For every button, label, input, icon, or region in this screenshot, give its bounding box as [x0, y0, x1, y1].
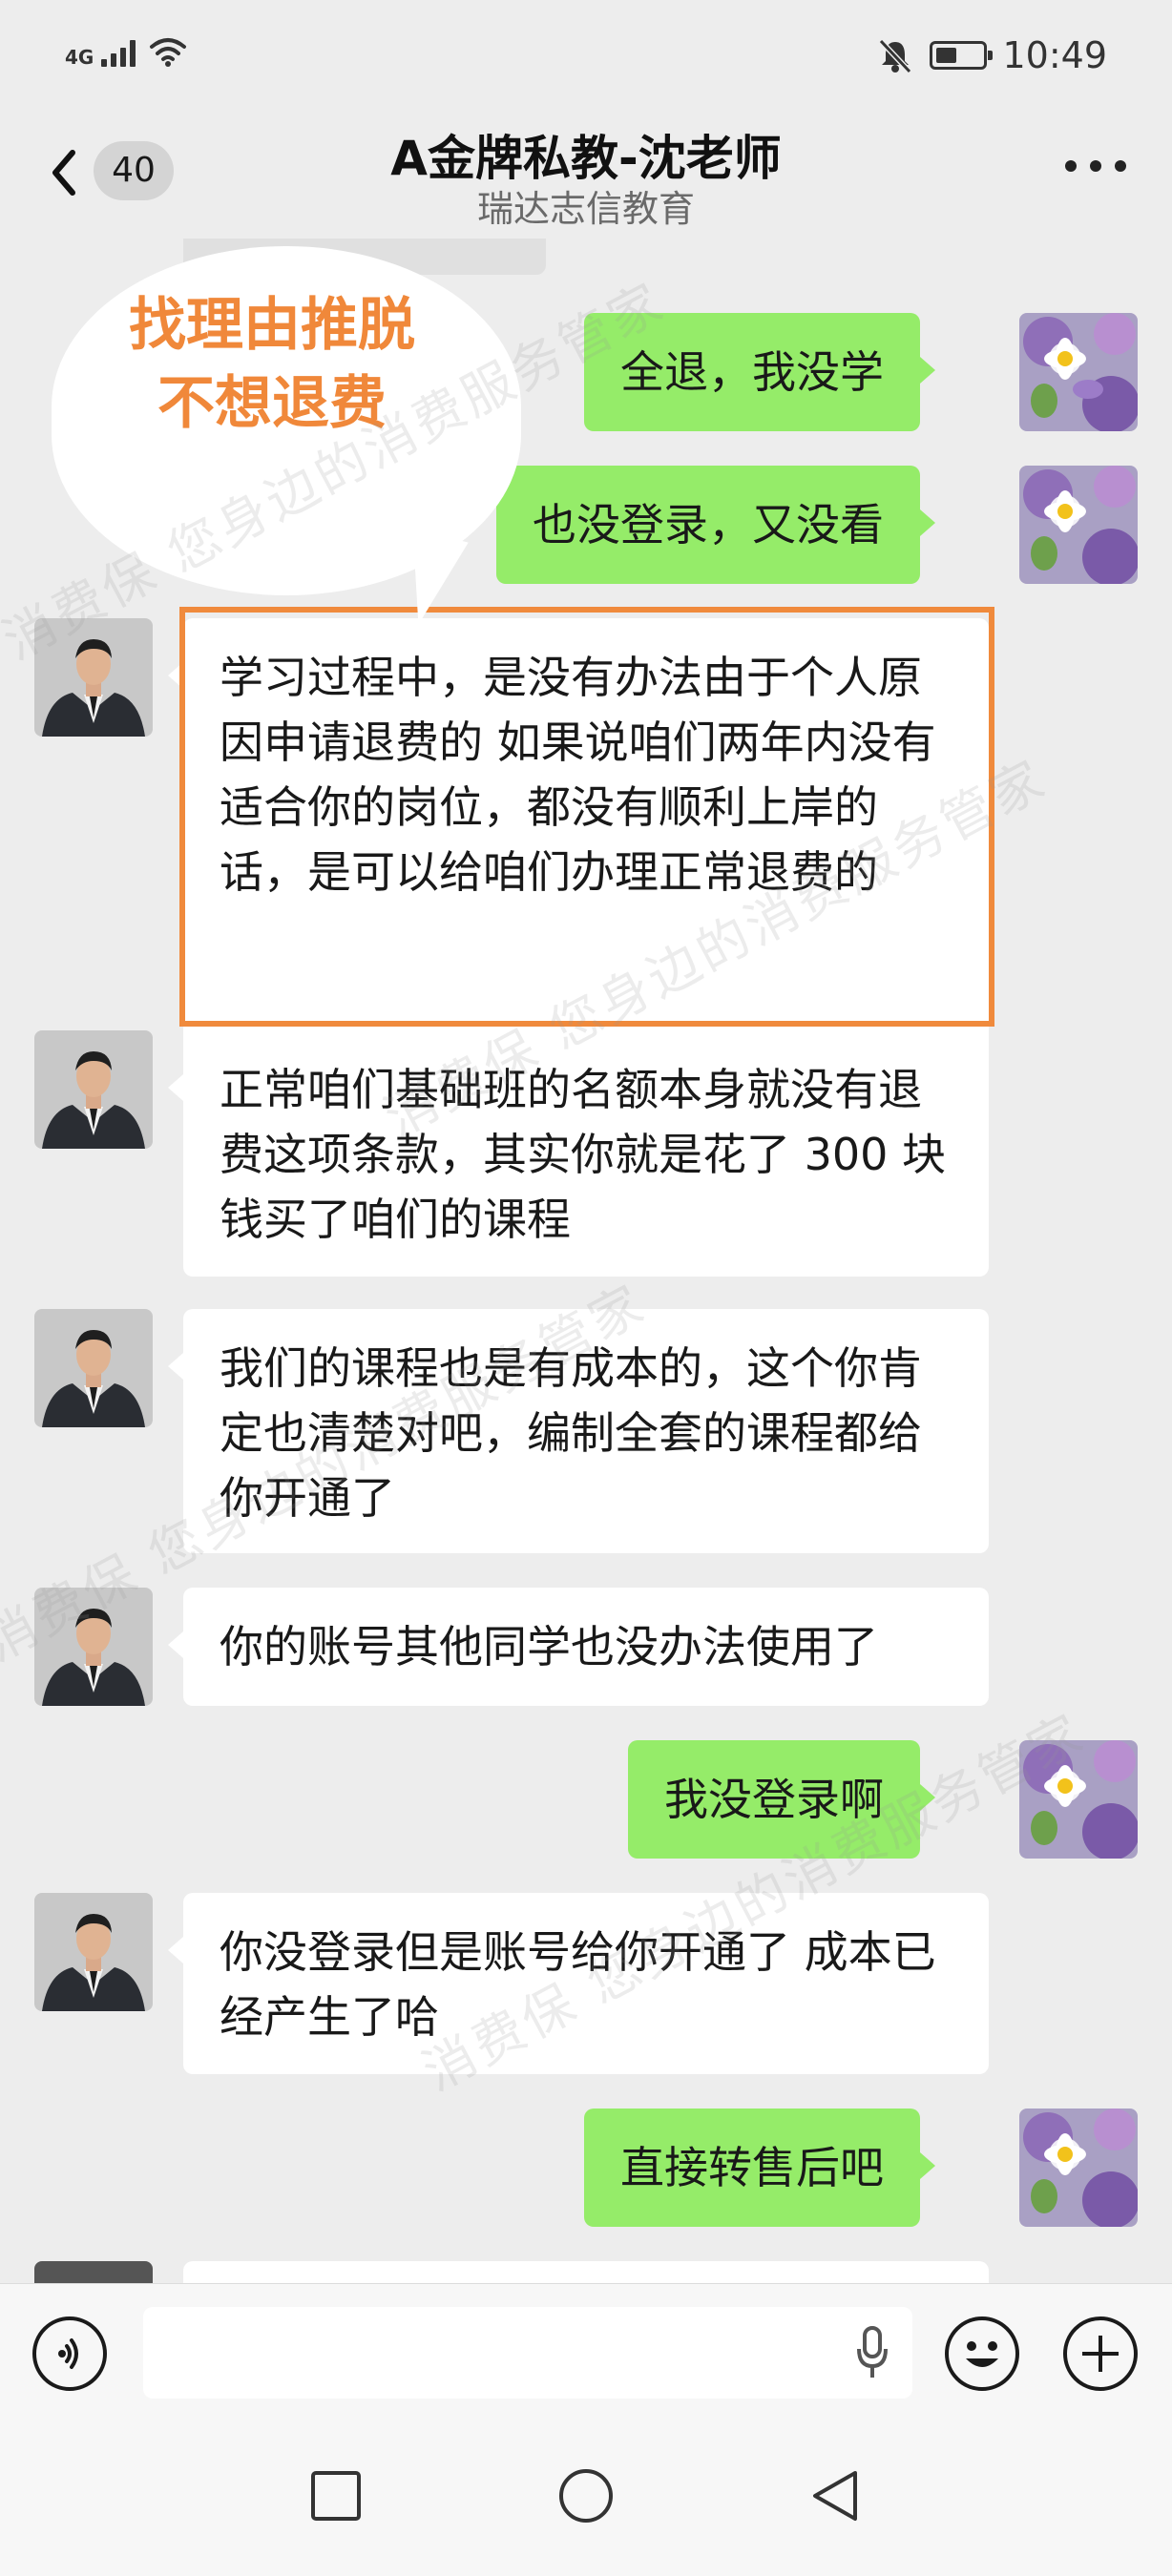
teacher-avatar[interactable] — [34, 1893, 153, 2011]
message-text: 也没登录，又没看 — [533, 499, 884, 551]
input-bar — [0, 2283, 1172, 2422]
signal-indicators: 4G — [65, 36, 187, 67]
message-bubble[interactable]: 你的账号其他同学也没办法使用了 — [183, 1588, 989, 1706]
message-text: 全退，我没学 — [620, 346, 884, 398]
back-triangle-icon[interactable] — [807, 2467, 861, 2524]
message-text: 你没登录但是账号给你开通了 成本已经产生了哈 — [220, 1926, 936, 2043]
chat-subtitle: 瑞达志信教育 — [476, 188, 695, 230]
home-circle-icon[interactable] — [557, 2467, 615, 2524]
microphone-icon[interactable] — [853, 2324, 891, 2381]
network-type-label: 4G — [65, 46, 94, 69]
partial-message — [183, 2261, 989, 2283]
message-text: 我们的课程也是有成本的，这个你肯定也清楚对吧，编制全套的课程都给你开通了 — [220, 1342, 922, 1524]
my-avatar[interactable] — [1019, 313, 1138, 431]
emoji-icon[interactable] — [945, 2316, 1019, 2391]
more-options-button[interactable] — [1065, 160, 1126, 172]
battery-icon — [930, 41, 994, 70]
teacher-avatar[interactable] — [34, 2261, 153, 2283]
signal-strength-icon — [101, 40, 136, 67]
message-text: 正常咱们基础班的名额本身就没有退费这项条款，其实你就是花了 300 块钱买了咱们… — [220, 1064, 947, 1245]
status-right: 10:49 — [876, 34, 1107, 76]
message-bubble[interactable]: 直接转售后吧 — [584, 2109, 920, 2227]
message-text: 直接转售后吧 — [620, 2142, 884, 2193]
system-nav-bar — [0, 2421, 1172, 2576]
annotation-text: 找理由推脱不想退费 — [129, 292, 415, 437]
message-bubble[interactable]: 我没登录啊 — [628, 1740, 920, 1859]
teacher-avatar[interactable] — [34, 1588, 153, 1706]
status-bar: 4G 10:49 — [0, 0, 1172, 114]
my-avatar[interactable] — [1019, 2109, 1138, 2227]
message-text: 我没登录啊 — [664, 1774, 884, 1825]
teacher-avatar[interactable] — [34, 1030, 153, 1149]
message-input[interactable] — [143, 2307, 912, 2399]
message-bubble[interactable]: 正常咱们基础班的名额本身就没有退费这项条款，其实你就是花了 300 块钱买了咱们… — [183, 1030, 989, 1277]
teacher-avatar[interactable] — [34, 1309, 153, 1427]
message-list[interactable]: 全退，我没学 也没登录，又没看 学习过程中，是没有办法由于个人原因申请退费的 如… — [0, 239, 1172, 2283]
square-icon[interactable] — [309, 2469, 363, 2523]
message-bubble[interactable]: 全退，我没学 — [584, 313, 920, 431]
highlight-box — [179, 607, 994, 1027]
my-avatar[interactable] — [1019, 466, 1138, 584]
my-avatar[interactable] — [1019, 1740, 1138, 1859]
chat-header: 40 A金牌私教-沈老师 瑞达志信教育 — [0, 114, 1172, 239]
message-bubble[interactable]: 我们的课程也是有成本的，这个你肯定也清楚对吧，编制全套的课程都给你开通了 — [183, 1309, 989, 1553]
clock: 10:49 — [1002, 34, 1107, 76]
message-text: 你的账号其他同学也没办法使用了 — [220, 1621, 878, 1672]
message-bubble[interactable]: 你没登录但是账号给你开通了 成本已经产生了哈 — [183, 1893, 989, 2074]
wifi-icon — [149, 36, 187, 67]
teacher-avatar[interactable] — [34, 618, 153, 737]
more-dots-icon — [1065, 160, 1077, 172]
voice-icon[interactable] — [32, 2316, 107, 2391]
mute-bell-icon — [876, 36, 914, 74]
plus-icon[interactable] — [1063, 2316, 1138, 2391]
message-bubble[interactable]: 也没登录，又没看 — [496, 466, 920, 584]
